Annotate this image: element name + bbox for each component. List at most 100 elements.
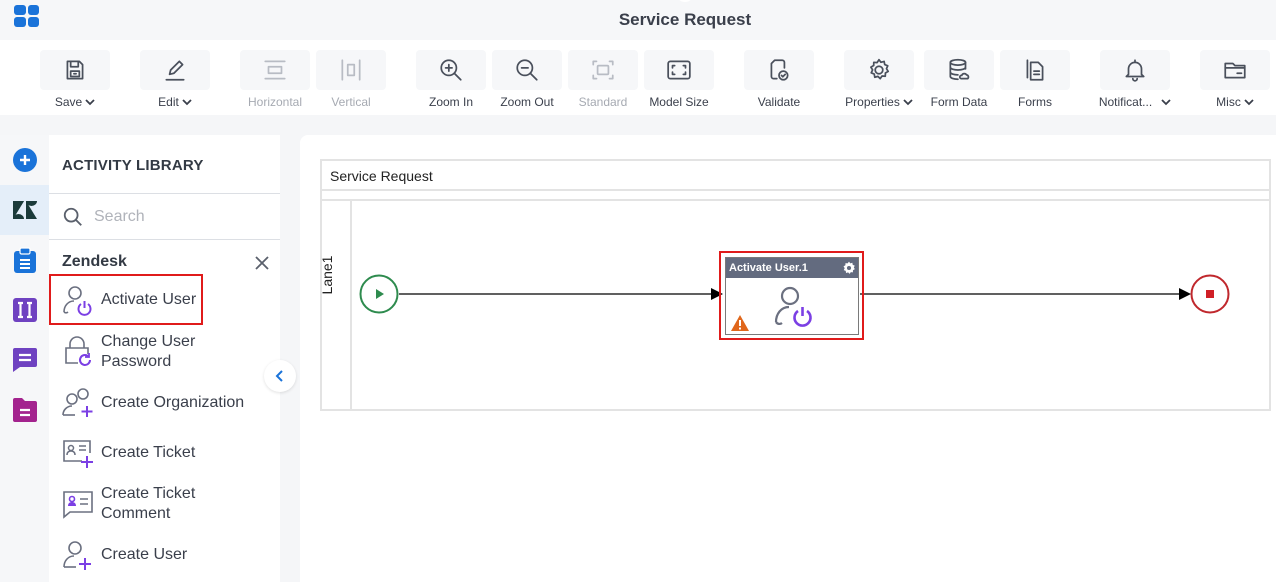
misc-button[interactable]: Misc <box>1200 50 1270 109</box>
library-item-label: Create Ticket <box>101 444 196 461</box>
chevron-down-icon <box>182 99 192 106</box>
save-button[interactable]: Save <box>40 50 110 109</box>
create-ticket-icon <box>63 440 93 468</box>
form-data-button[interactable]: Form Data <box>924 50 994 109</box>
library-item-activate-user[interactable]: Activate User <box>49 274 203 325</box>
horizontal-button[interactable]: Horizontal <box>240 50 310 109</box>
create-organization-icon <box>62 388 93 417</box>
gear-icon <box>870 58 890 80</box>
page-title: Service Request <box>618 10 752 29</box>
collapse-library-button[interactable] <box>264 360 296 392</box>
rail-item-clipboard[interactable] <box>0 235 49 285</box>
pool-title: Service Request <box>330 168 433 184</box>
chat-icon <box>12 348 37 372</box>
task-title: Activate User.1 <box>729 262 808 274</box>
notifications-button[interactable]: Notificat... <box>1099 50 1171 109</box>
bell-icon <box>1125 59 1145 82</box>
library-item-label: Create User <box>101 546 188 563</box>
model-size-label: Model Size <box>649 95 709 109</box>
rail-item-integration[interactable] <box>0 285 49 335</box>
divider <box>322 189 1269 191</box>
standard-label: Standard <box>578 95 628 109</box>
edit-button[interactable]: Edit <box>140 50 210 109</box>
vertical-button[interactable]: Vertical <box>316 50 386 109</box>
divider <box>322 199 1269 201</box>
create-user-icon <box>63 541 91 570</box>
properties-label: Properties <box>845 95 900 109</box>
library-item-create-ticket-comment[interactable]: Create Ticket Comment <box>51 483 201 525</box>
add-circle-icon <box>12 148 37 172</box>
library-item-label: Create Ticket Comment <box>101 485 196 522</box>
horizontal-label: Horizontal <box>247 95 303 109</box>
forms-button[interactable]: Forms <box>1000 50 1070 109</box>
rail-item-add[interactable] <box>0 135 49 185</box>
rail-item-documents[interactable] <box>0 385 49 435</box>
zoom-out-icon <box>516 59 538 81</box>
chevron-left-icon <box>275 370 283 382</box>
chevron-down-icon <box>1244 99 1254 106</box>
chevron-down-icon <box>903 99 913 106</box>
edit-label: Edit <box>158 95 179 109</box>
zoom-in-label: Zoom In <box>428 95 473 109</box>
integration-icon <box>12 298 37 322</box>
chevron-down-icon <box>85 99 95 106</box>
library-search <box>49 194 280 239</box>
library-item-label: Activate User <box>101 290 197 308</box>
activate-user-icon <box>63 285 92 316</box>
left-rail <box>0 135 49 582</box>
ticket-comment-icon <box>63 491 93 519</box>
rail-item-zendesk[interactable] <box>0 185 49 235</box>
folder-icon <box>1224 62 1246 79</box>
library-item-create-user[interactable]: Create User <box>51 535 201 575</box>
close-icon[interactable] <box>254 255 270 271</box>
pencil-icon <box>165 60 185 81</box>
rail-item-chat[interactable] <box>0 335 49 385</box>
change-password-icon <box>65 336 91 366</box>
category-title: Zendesk <box>62 253 127 270</box>
properties-button[interactable]: Properties <box>844 50 914 109</box>
validate-button[interactable]: Validate <box>744 50 814 109</box>
divider <box>49 239 280 240</box>
activate-user-icon <box>774 286 812 327</box>
model-size-button[interactable]: Model Size <box>644 50 714 109</box>
lane-header-divider <box>350 201 352 411</box>
gear-icon[interactable] <box>842 261 856 275</box>
validate-icon <box>770 59 789 81</box>
save-label: Save <box>54 95 83 109</box>
forms-label: Forms <box>1018 95 1052 109</box>
library-item-change-user-password[interactable]: Change User Password <box>51 331 201 373</box>
forms-icon <box>1026 59 1044 81</box>
library-item-label: Create Organization <box>101 394 245 411</box>
activity-task-activate-user[interactable]: Activate User.1 <box>719 251 864 340</box>
vertical-label: Vertical <box>331 95 371 109</box>
warning-icon[interactable] <box>731 315 749 331</box>
chevron-down-icon <box>1161 99 1171 106</box>
validate-label: Validate <box>757 95 801 109</box>
standard-size-icon <box>592 60 614 80</box>
clipboard-icon <box>13 247 36 273</box>
save-icon <box>66 60 84 80</box>
document-folder-icon <box>12 398 37 422</box>
library-item-label: Change User Password <box>101 333 196 370</box>
toolbar: Save Edit Horizontal Vertical Zoom In Zo… <box>0 40 1276 115</box>
zendesk-icon <box>12 201 37 219</box>
zoom-in-button[interactable]: Zoom In <box>416 50 486 109</box>
library-title: ACTIVITY LIBRARY <box>62 157 204 174</box>
search-icon <box>63 207 82 226</box>
zoom-out-button[interactable]: Zoom Out <box>492 50 562 109</box>
zoom-out-label: Zoom Out <box>500 95 554 109</box>
lane-label[interactable]: Lane1 <box>319 255 335 295</box>
library-item-create-ticket[interactable]: Create Ticket <box>51 433 201 473</box>
task-body: Activate User.1 <box>725 257 859 335</box>
zoom-in-icon <box>440 59 462 81</box>
search-input[interactable] <box>94 207 254 226</box>
standard-button[interactable]: Standard <box>568 50 638 109</box>
activity-library-panel: ACTIVITY LIBRARY Zendesk Activate User C… <box>49 135 280 582</box>
misc-label: Misc <box>1216 95 1241 109</box>
vertical-layout-icon <box>341 59 361 81</box>
database-icon <box>949 58 970 81</box>
horizontal-layout-icon <box>264 60 286 80</box>
library-item-create-organization[interactable]: Create Organization <box>51 383 244 423</box>
form-data-label: Form Data <box>930 95 988 109</box>
title-bar: Service Request <box>0 0 1276 40</box>
